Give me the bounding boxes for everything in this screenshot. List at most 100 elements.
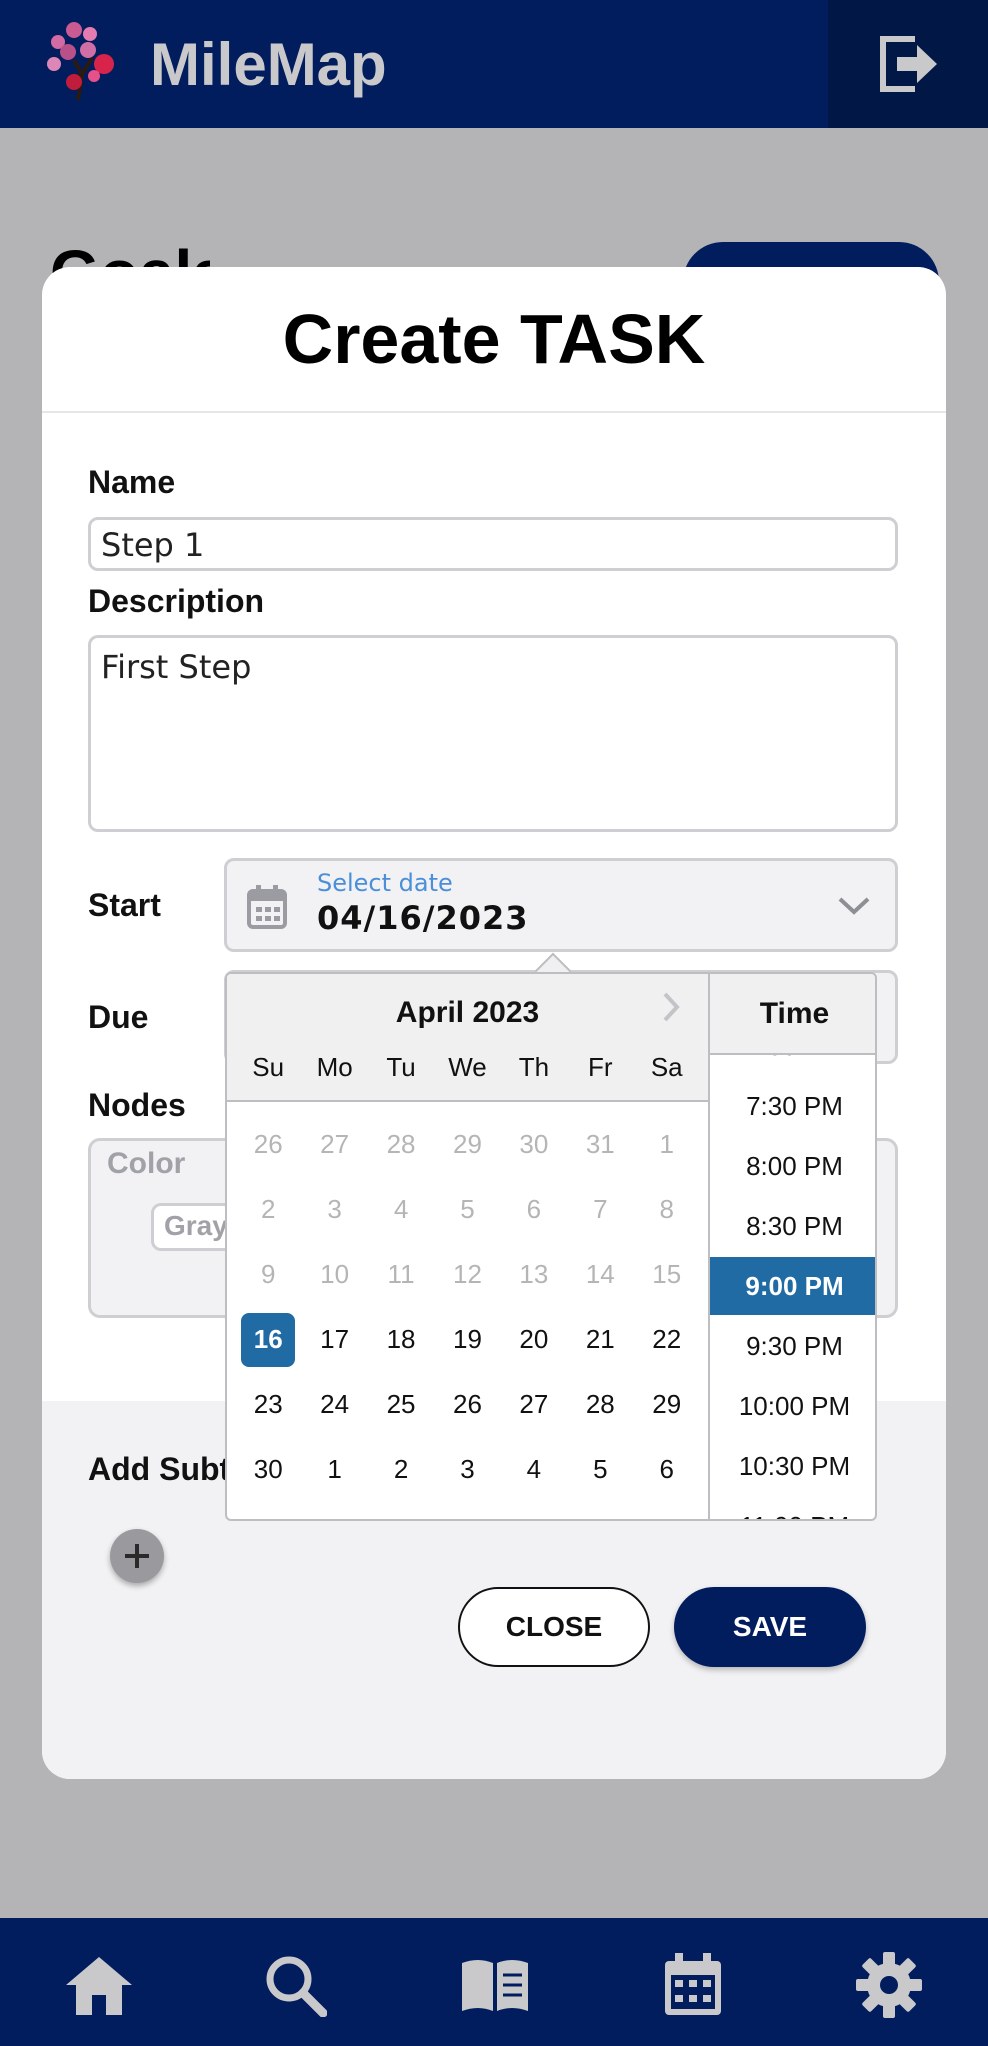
time-option[interactable]: 7:00 PM — [710, 1055, 875, 1075]
modal-title: Create TASK — [282, 300, 706, 378]
calendar-day[interactable]: 4 — [374, 1183, 428, 1237]
nav-library-button[interactable] — [460, 1950, 530, 2020]
divider — [42, 411, 946, 413]
calendar-day[interactable]: 29 — [640, 1378, 694, 1432]
calendar-day[interactable]: 7 — [573, 1183, 627, 1237]
calendar-day[interactable]: 30 — [241, 1443, 295, 1497]
book-icon — [462, 1960, 528, 2011]
name-input[interactable]: Step 1 — [88, 517, 898, 571]
calendar-week: 26 27 28 29 30 31 1 — [227, 1112, 708, 1177]
logout-icon — [880, 36, 937, 92]
calendar-day[interactable]: 5 — [440, 1183, 494, 1237]
calendar-day[interactable]: 29 — [440, 1118, 494, 1172]
description-textarea[interactable]: First Step — [88, 635, 898, 832]
calendar-day[interactable]: 5 — [573, 1443, 627, 1497]
time-option[interactable]: 9:30 PM — [710, 1317, 875, 1375]
time-column: Time 7:00 PM 7:30 PM 8:00 PM 8:30 PM 9:0… — [708, 974, 875, 1520]
time-list[interactable]: 7:00 PM 7:30 PM 8:00 PM 8:30 PM 9:00 PM … — [710, 1055, 875, 1520]
calendar: April 2023 Su Mo Tu We Th Fr Sa 26 27 28… — [227, 974, 708, 1519]
search-icon — [266, 1956, 327, 2017]
calendar-day[interactable]: 11 — [374, 1248, 428, 1302]
close-button[interactable]: CLOSE — [458, 1587, 650, 1667]
home-icon — [66, 1957, 132, 2015]
time-option[interactable]: 10:00 PM — [710, 1377, 875, 1435]
next-month-icon[interactable] — [659, 990, 683, 1024]
calendar-day[interactable]: 4 — [507, 1443, 561, 1497]
calendar-day[interactable]: 3 — [440, 1443, 494, 1497]
calendar-day[interactable]: 6 — [640, 1443, 694, 1497]
dow-label: Sa — [650, 1052, 683, 1082]
calendar-day[interactable]: 1 — [308, 1443, 362, 1497]
calendar-day[interactable]: 13 — [507, 1248, 561, 1302]
calendar-day[interactable]: 20 — [507, 1313, 561, 1367]
calendar-day[interactable]: 18 — [374, 1313, 428, 1367]
calendar-day[interactable]: 21 — [573, 1313, 627, 1367]
calendar-icon — [247, 885, 287, 929]
calendar-day[interactable]: 28 — [573, 1378, 627, 1432]
add-subtask-button[interactable] — [110, 1529, 164, 1583]
time-option[interactable]: 8:00 PM — [710, 1137, 875, 1195]
dow-label: Th — [518, 1052, 550, 1082]
calendar-header: April 2023 Su Mo Tu We Th Fr Sa — [227, 974, 708, 1102]
calendar-day[interactable]: 10 — [308, 1248, 362, 1302]
calendar-day[interactable]: 26 — [440, 1378, 494, 1432]
calendar-week: 2 3 4 5 6 7 8 — [227, 1177, 708, 1242]
calendar-day[interactable]: 8 — [640, 1183, 694, 1237]
calendar-day[interactable]: 19 — [440, 1313, 494, 1367]
dow-label: Su — [252, 1052, 285, 1082]
calendar-day[interactable]: 27 — [308, 1118, 362, 1172]
description-label: Description — [88, 583, 265, 619]
calendar-day[interactable]: 24 — [308, 1378, 362, 1432]
calendar-day[interactable]: 17 — [308, 1313, 362, 1367]
calendar-day[interactable]: 12 — [440, 1248, 494, 1302]
start-date-value: 04/16/2023 — [317, 899, 529, 937]
calendar-day[interactable]: 2 — [241, 1183, 295, 1237]
calendar-icon — [665, 1953, 721, 2015]
calendar-day[interactable]: 25 — [374, 1378, 428, 1432]
calendar-day[interactable]: 15 — [640, 1248, 694, 1302]
name-label: Name — [88, 464, 176, 500]
day-of-week-row: Su Mo Tu We Th Fr Sa — [227, 1052, 708, 1083]
plus-icon — [125, 1544, 149, 1568]
time-option[interactable]: 8:30 PM — [710, 1197, 875, 1255]
start-date-hint: Select date — [317, 869, 453, 897]
calendar-week: 23 24 25 26 27 28 29 — [227, 1372, 708, 1437]
dow-label: Fr — [588, 1052, 613, 1082]
calendar-day[interactable]: 26 — [241, 1118, 295, 1172]
dow-label: Tu — [386, 1052, 416, 1082]
nav-calendar-button[interactable] — [658, 1950, 728, 2020]
time-option-selected[interactable]: 9:00 PM — [710, 1257, 875, 1315]
calendar-day[interactable]: 27 — [507, 1378, 561, 1432]
time-option[interactable]: 7:30 PM — [710, 1077, 875, 1135]
save-button[interactable]: SAVE — [674, 1587, 866, 1667]
calendar-day[interactable]: 2 — [374, 1443, 428, 1497]
start-label: Start — [88, 887, 161, 923]
calendar-day[interactable]: 22 — [640, 1313, 694, 1367]
calendar-day[interactable]: 28 — [374, 1118, 428, 1172]
nav-settings-button[interactable] — [854, 1950, 924, 2020]
calendar-day[interactable]: 30 — [507, 1118, 561, 1172]
milemap-logo-icon — [44, 20, 124, 104]
due-label: Due — [88, 999, 149, 1035]
calendar-day[interactable]: 14 — [573, 1248, 627, 1302]
nodes-label: Nodes — [88, 1087, 186, 1123]
logout-button[interactable] — [828, 0, 988, 128]
top-app-bar: MileMap — [0, 0, 988, 128]
calendar-day[interactable]: 23 — [241, 1378, 295, 1432]
gear-icon — [856, 1952, 922, 2018]
calendar-day-selected[interactable]: 16 — [241, 1312, 296, 1367]
calendar-day[interactable]: 31 — [573, 1118, 627, 1172]
bottom-nav — [0, 1918, 988, 2046]
calendar-grid: 26 27 28 29 30 31 1 2 3 4 5 6 7 8 9 10 1… — [227, 1112, 708, 1502]
calendar-day[interactable]: 1 — [640, 1118, 694, 1172]
calendar-day[interactable]: 9 — [241, 1248, 295, 1302]
calendar-month-label: April 2023 — [395, 996, 540, 1029]
calendar-day[interactable]: 6 — [507, 1183, 561, 1237]
time-option[interactable]: 11:00 PM — [710, 1497, 875, 1520]
nav-home-button[interactable] — [64, 1950, 134, 2020]
calendar-day[interactable]: 3 — [308, 1183, 362, 1237]
nav-search-button[interactable] — [260, 1950, 330, 2020]
time-option[interactable]: 10:30 PM — [710, 1437, 875, 1495]
start-date-picker[interactable]: Select date 04/16/2023 — [224, 858, 898, 952]
chevron-down-icon — [838, 897, 870, 915]
